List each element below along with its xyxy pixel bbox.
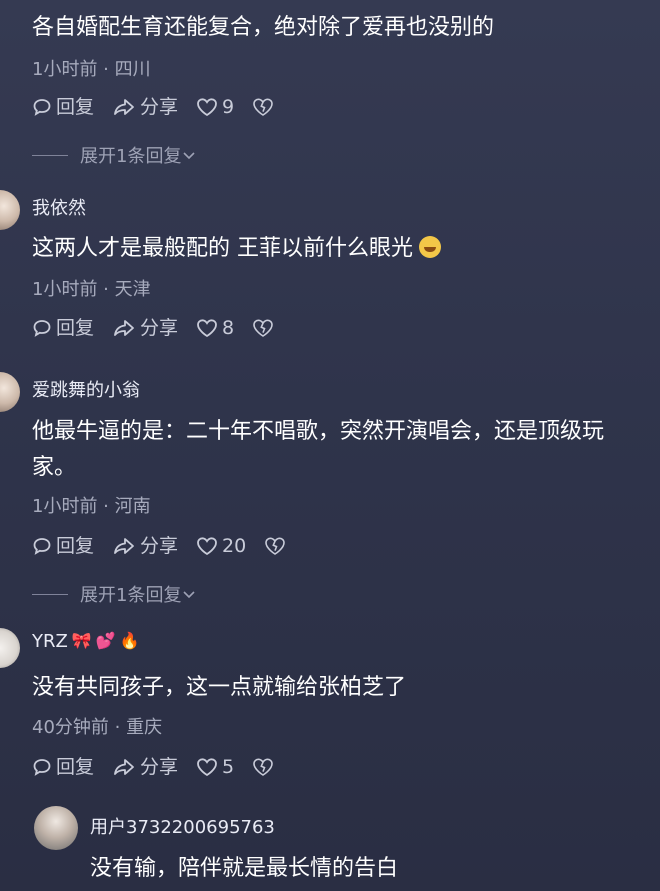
comment-text: 没有共同孩子，这一点就输给张柏芝了	[32, 675, 407, 700]
comment-text: 他最牛逼的是：二十年不唱歌，突然开演唱会，还是顶级玩家。	[32, 419, 605, 480]
like-count: 5	[222, 756, 235, 778]
heart-icon	[197, 537, 217, 556]
expand-replies[interactable]: 展开1条回复	[32, 142, 197, 168]
expand-replies[interactable]: 展开1条回复	[32, 581, 197, 607]
bow-badge-icon: 🎀	[71, 631, 92, 650]
like-count: 20	[222, 535, 247, 557]
reply-button[interactable]: 回复	[32, 315, 94, 341]
like-count: 8	[222, 317, 235, 339]
speech-bubble-icon	[33, 759, 51, 776]
comment-text: 这两人才是最般配的 王菲以前什么眼光	[32, 231, 642, 267]
username[interactable]: 我依然	[32, 194, 86, 220]
share-button[interactable]: 分享	[112, 315, 178, 341]
share-arrow-icon	[114, 99, 134, 115]
speech-bubble-icon	[33, 99, 51, 116]
speech-bubble-icon	[33, 320, 51, 337]
broken-heart-icon	[253, 98, 273, 116]
avatar[interactable]	[0, 628, 20, 668]
comment-text: 各自婚配生育还能复合，绝对除了爱再也没别的	[32, 15, 495, 40]
chevron-down-icon	[183, 591, 196, 599]
comment-meta: 1小时前 · 河南	[32, 496, 151, 517]
share-label: 分享	[140, 756, 179, 778]
share-label: 分享	[140, 317, 179, 339]
share-button[interactable]: 分享	[112, 533, 178, 559]
dislike-button[interactable]	[252, 97, 278, 117]
hearts-badge-icon: 💕	[95, 631, 116, 650]
comment-actions: 回复 分享 5	[32, 754, 296, 780]
share-arrow-icon	[114, 320, 134, 336]
heart-icon	[197, 319, 217, 338]
reply-button[interactable]: 回复	[32, 533, 94, 559]
like-count: 9	[222, 96, 235, 118]
heart-icon	[197, 758, 217, 777]
like-button[interactable]: 20	[196, 533, 246, 559]
share-button[interactable]: 分享	[112, 754, 178, 780]
share-label: 分享	[140, 535, 179, 557]
dislike-button[interactable]	[252, 318, 278, 338]
reply-button[interactable]: 回复	[32, 754, 94, 780]
reply-label: 回复	[56, 756, 95, 778]
chevron-down-icon	[183, 152, 196, 160]
avatar[interactable]	[0, 190, 20, 230]
username-text: YRZ	[32, 631, 68, 652]
expand-label: 展开1条回复	[80, 585, 182, 606]
heart-icon	[197, 98, 217, 117]
broken-heart-icon	[265, 537, 286, 555]
comment-meta: 40分钟前 · 重庆	[32, 717, 163, 738]
avatar[interactable]	[34, 806, 78, 850]
divider	[32, 593, 68, 595]
dislike-button[interactable]	[252, 757, 278, 777]
divider	[32, 154, 68, 156]
speech-bubble-icon	[33, 538, 51, 555]
comment-actions: 回复 分享 8	[32, 315, 296, 341]
username[interactable]: 用户3732200695763	[90, 813, 275, 839]
broken-heart-icon	[253, 758, 273, 776]
like-button[interactable]: 8	[196, 315, 234, 341]
reply-label: 回复	[56, 535, 95, 557]
comment-meta: 1小时前 · 四川	[32, 59, 151, 80]
share-arrow-icon	[114, 759, 134, 775]
comment-actions: 回复 分享 20	[32, 533, 308, 559]
fire-badge-icon: 🔥	[119, 631, 140, 650]
broken-heart-icon	[253, 319, 273, 337]
share-button[interactable]: 分享	[112, 94, 178, 120]
like-button[interactable]: 9	[196, 94, 234, 120]
grinning-emoji-icon	[419, 236, 441, 258]
reply-label: 回复	[56, 96, 95, 118]
reply-button[interactable]: 回复	[32, 94, 94, 120]
like-button[interactable]: 5	[196, 754, 234, 780]
expand-label: 展开1条回复	[80, 146, 182, 167]
username[interactable]: YRZ 🎀 💕 🔥	[32, 631, 140, 652]
username[interactable]: 爱跳舞的小翁	[32, 376, 140, 402]
reply-label: 回复	[56, 317, 95, 339]
share-label: 分享	[140, 96, 179, 118]
share-arrow-icon	[114, 538, 134, 554]
dislike-button[interactable]	[264, 536, 290, 556]
comment-text-content: 这两人才是最般配的 王菲以前什么眼光	[32, 236, 413, 261]
comment-text: 没有输，陪伴就是最长情的告白	[90, 856, 399, 881]
avatar[interactable]	[0, 372, 20, 412]
comment-meta: 1小时前 · 天津	[32, 279, 151, 300]
comment-actions: 回复 分享 9	[32, 94, 296, 120]
